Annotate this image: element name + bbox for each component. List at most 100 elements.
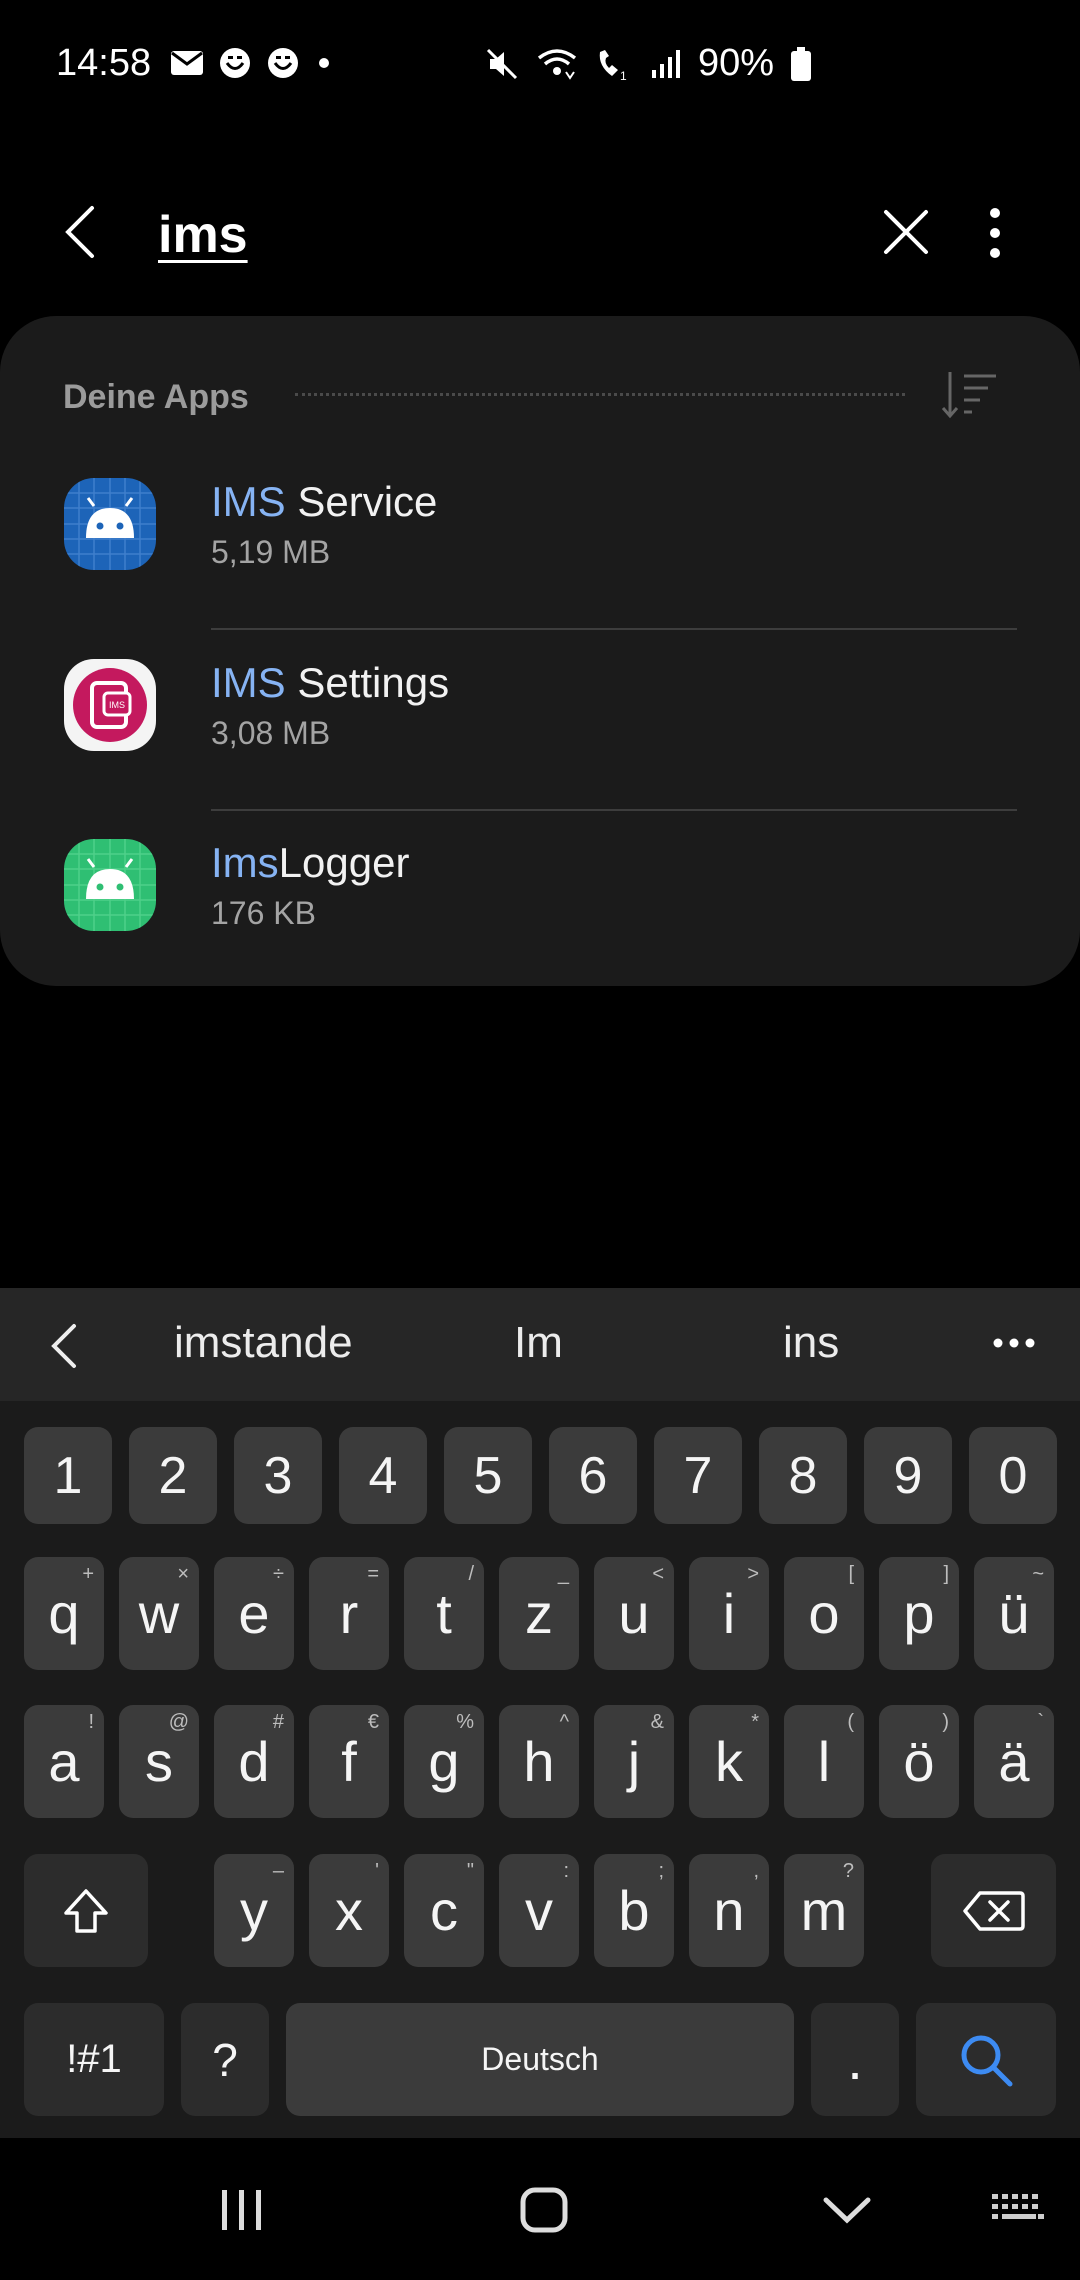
number-key-2[interactable]: 2 [129,1427,217,1524]
close-icon [884,210,928,254]
letter-key-t[interactable]: t / [404,1557,484,1670]
status-right: 1 90% [484,42,812,85]
key-label: l [817,1730,831,1793]
navigation-bar [0,2138,1080,2280]
question-key[interactable]: ? [181,2003,269,2116]
home-icon[interactable] [519,2186,569,2234]
letter-key-r[interactable]: r = [309,1557,389,1670]
more-vertical-icon [990,208,1000,258]
letter-key-a[interactable]: a! [24,1705,104,1818]
letter-key-h[interactable]: h ^ [499,1705,579,1818]
key-label: 8 [788,1446,818,1505]
section-label: Deine Apps [63,378,249,416]
key-label: m [800,1879,848,1942]
letter-key-ä[interactable]: ä ` [974,1705,1054,1818]
key-alt-label: ; [658,1860,664,1882]
signal-icon [651,49,680,78]
letter-key-m[interactable]: m? [784,1854,864,1967]
suggestion-back-button[interactable] [46,1322,84,1370]
suggestion-1[interactable]: imstande [174,1318,353,1368]
more-options-button[interactable] [975,205,1015,261]
key-label: o [808,1582,840,1645]
key-alt-label: – [272,1860,284,1882]
app-row-ims-service[interactable]: IMS Service 5,19 MB [0,450,1080,630]
shift-key[interactable] [24,1854,148,1967]
suggestion-3[interactable]: ins [783,1318,839,1368]
number-key-1[interactable]: 1 [24,1427,112,1524]
key-label: v [525,1879,553,1942]
key-label: 9 [893,1446,923,1505]
keyboard-switch-icon[interactable] [990,2190,1046,2230]
number-key-4[interactable]: 4 [339,1427,427,1524]
letter-key-n[interactable]: n, [689,1854,769,1967]
symbols-key[interactable]: !#1 [24,2003,164,2116]
mail-icon [171,51,203,75]
section-divider [295,393,905,396]
key-alt-label: , [753,1860,759,1882]
key-alt-label: × [177,1563,189,1585]
key-alt-label: ^ [559,1711,569,1733]
letter-key-d[interactable]: d # [214,1705,294,1818]
letter-key-f[interactable]: f € [309,1705,389,1818]
key-alt-label: ) [942,1711,949,1733]
letter-key-e[interactable]: e ÷ [214,1557,294,1670]
letter-key-j[interactable]: j & [594,1705,674,1818]
key-label: 4 [368,1446,398,1505]
number-key-0[interactable]: 0 [969,1427,1057,1524]
hide-keyboard-icon[interactable] [822,2194,872,2226]
space-key[interactable]: Deutsch [286,2003,794,2116]
number-key-8[interactable]: 8 [759,1427,847,1524]
battery-icon [791,46,811,81]
letter-key-u[interactable]: u < [594,1557,674,1670]
letter-key-i[interactable]: i > [689,1557,769,1670]
sort-button[interactable] [940,368,1002,422]
app-row-imslogger[interactable]: ImsLogger 176 KB [0,811,1080,991]
key-label: n [713,1879,745,1942]
letter-key-k[interactable]: k * [689,1705,769,1818]
suggestion-2[interactable]: Im [514,1318,563,1368]
key-alt-label: # [272,1711,284,1733]
letter-key-ü[interactable]: ü ~ [974,1557,1054,1670]
recents-icon[interactable] [218,2188,266,2232]
letter-key-s[interactable]: s @ [119,1705,199,1818]
key-label: 2 [158,1446,188,1505]
number-key-5[interactable]: 5 [444,1427,532,1524]
letter-key-g[interactable]: g% [404,1705,484,1818]
period-key[interactable]: . [811,2003,899,2116]
number-key-9[interactable]: 9 [864,1427,952,1524]
key-alt-label: _ [557,1563,569,1585]
key-label: d [238,1730,270,1793]
letter-key-b[interactable]: b; [594,1854,674,1967]
number-key-6[interactable]: 6 [549,1427,637,1524]
key-alt-label: + [82,1563,94,1585]
letter-key-c[interactable]: c " [404,1854,484,1967]
letter-key-ö[interactable]: ö) [879,1705,959,1818]
app-name: IMS Settings [211,659,450,706]
key-alt-label: ( [847,1711,854,1733]
chevron-left-icon [51,1324,76,1368]
letter-key-z[interactable]: z _ [499,1557,579,1670]
letter-key-p[interactable]: p] [879,1557,959,1670]
clear-search-button[interactable] [878,204,934,260]
app-row-ims-settings[interactable]: IMS IMS Settings 3,08 MB [0,631,1080,811]
letter-key-x[interactable]: x ' [309,1854,389,1967]
mute-icon [486,48,517,79]
key-alt-label: / [468,1563,474,1585]
letter-key-o[interactable]: o[ [784,1557,864,1670]
letter-key-l[interactable]: l( [784,1705,864,1818]
app-size: 176 KB [211,895,316,931]
back-button[interactable] [56,200,116,264]
suggestion-more-button[interactable] [992,1336,1036,1350]
number-key-7[interactable]: 7 [654,1427,742,1524]
letter-key-w[interactable]: w × [119,1557,199,1670]
letter-key-q[interactable]: q + [24,1557,104,1670]
key-alt-label: € [367,1711,379,1733]
backspace-key[interactable] [931,1854,1056,1967]
search-key[interactable] [916,2003,1056,2116]
search-input[interactable]: ims [158,205,248,265]
number-key-3[interactable]: 3 [234,1427,322,1524]
smiley-icon [220,48,250,78]
letter-key-y[interactable]: y – [214,1854,294,1967]
letter-key-v[interactable]: v: [499,1854,579,1967]
key-label: f [341,1730,357,1793]
